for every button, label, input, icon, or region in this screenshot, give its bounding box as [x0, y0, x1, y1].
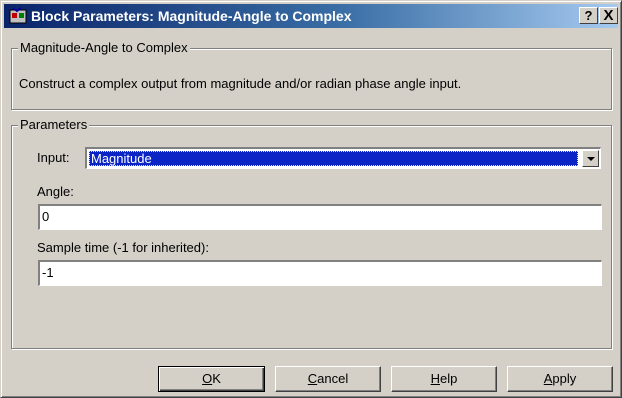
sample-time-label: Sample time (-1 for inherited):	[37, 240, 209, 255]
angle-label: Angle:	[37, 184, 74, 199]
sample-time-field[interactable]: -1	[38, 260, 602, 286]
block-description: Construct a complex output from magnitud…	[19, 76, 462, 91]
input-label: Input:	[37, 150, 70, 165]
input-select-value: Magnitude	[89, 151, 578, 166]
window-title: Block Parameters: Magnitude-Angle to Com…	[31, 8, 352, 24]
apply-button[interactable]: Apply	[507, 366, 613, 392]
input-select[interactable]: Magnitude	[85, 147, 601, 169]
dialog-window: Block Parameters: Magnitude-Angle to Com…	[0, 0, 622, 398]
angle-field[interactable]: 0	[38, 204, 602, 230]
simulink-block-icon	[9, 7, 27, 24]
chevron-down-icon[interactable]	[582, 150, 599, 167]
parameters-group-title: Parameters	[18, 117, 90, 132]
title-help-button[interactable]: ?	[579, 7, 598, 24]
close-icon: X	[603, 7, 614, 24]
help-button[interactable]: Help	[391, 366, 497, 392]
title-bar[interactable]: Block Parameters: Magnitude-Angle to Com…	[4, 4, 618, 28]
question-icon: ?	[584, 8, 593, 23]
block-group-title: Magnitude-Angle to Complex	[18, 40, 190, 55]
cancel-button[interactable]: Cancel	[275, 366, 381, 392]
title-close-button[interactable]: X	[599, 7, 618, 24]
ok-button[interactable]: OK	[158, 366, 265, 392]
